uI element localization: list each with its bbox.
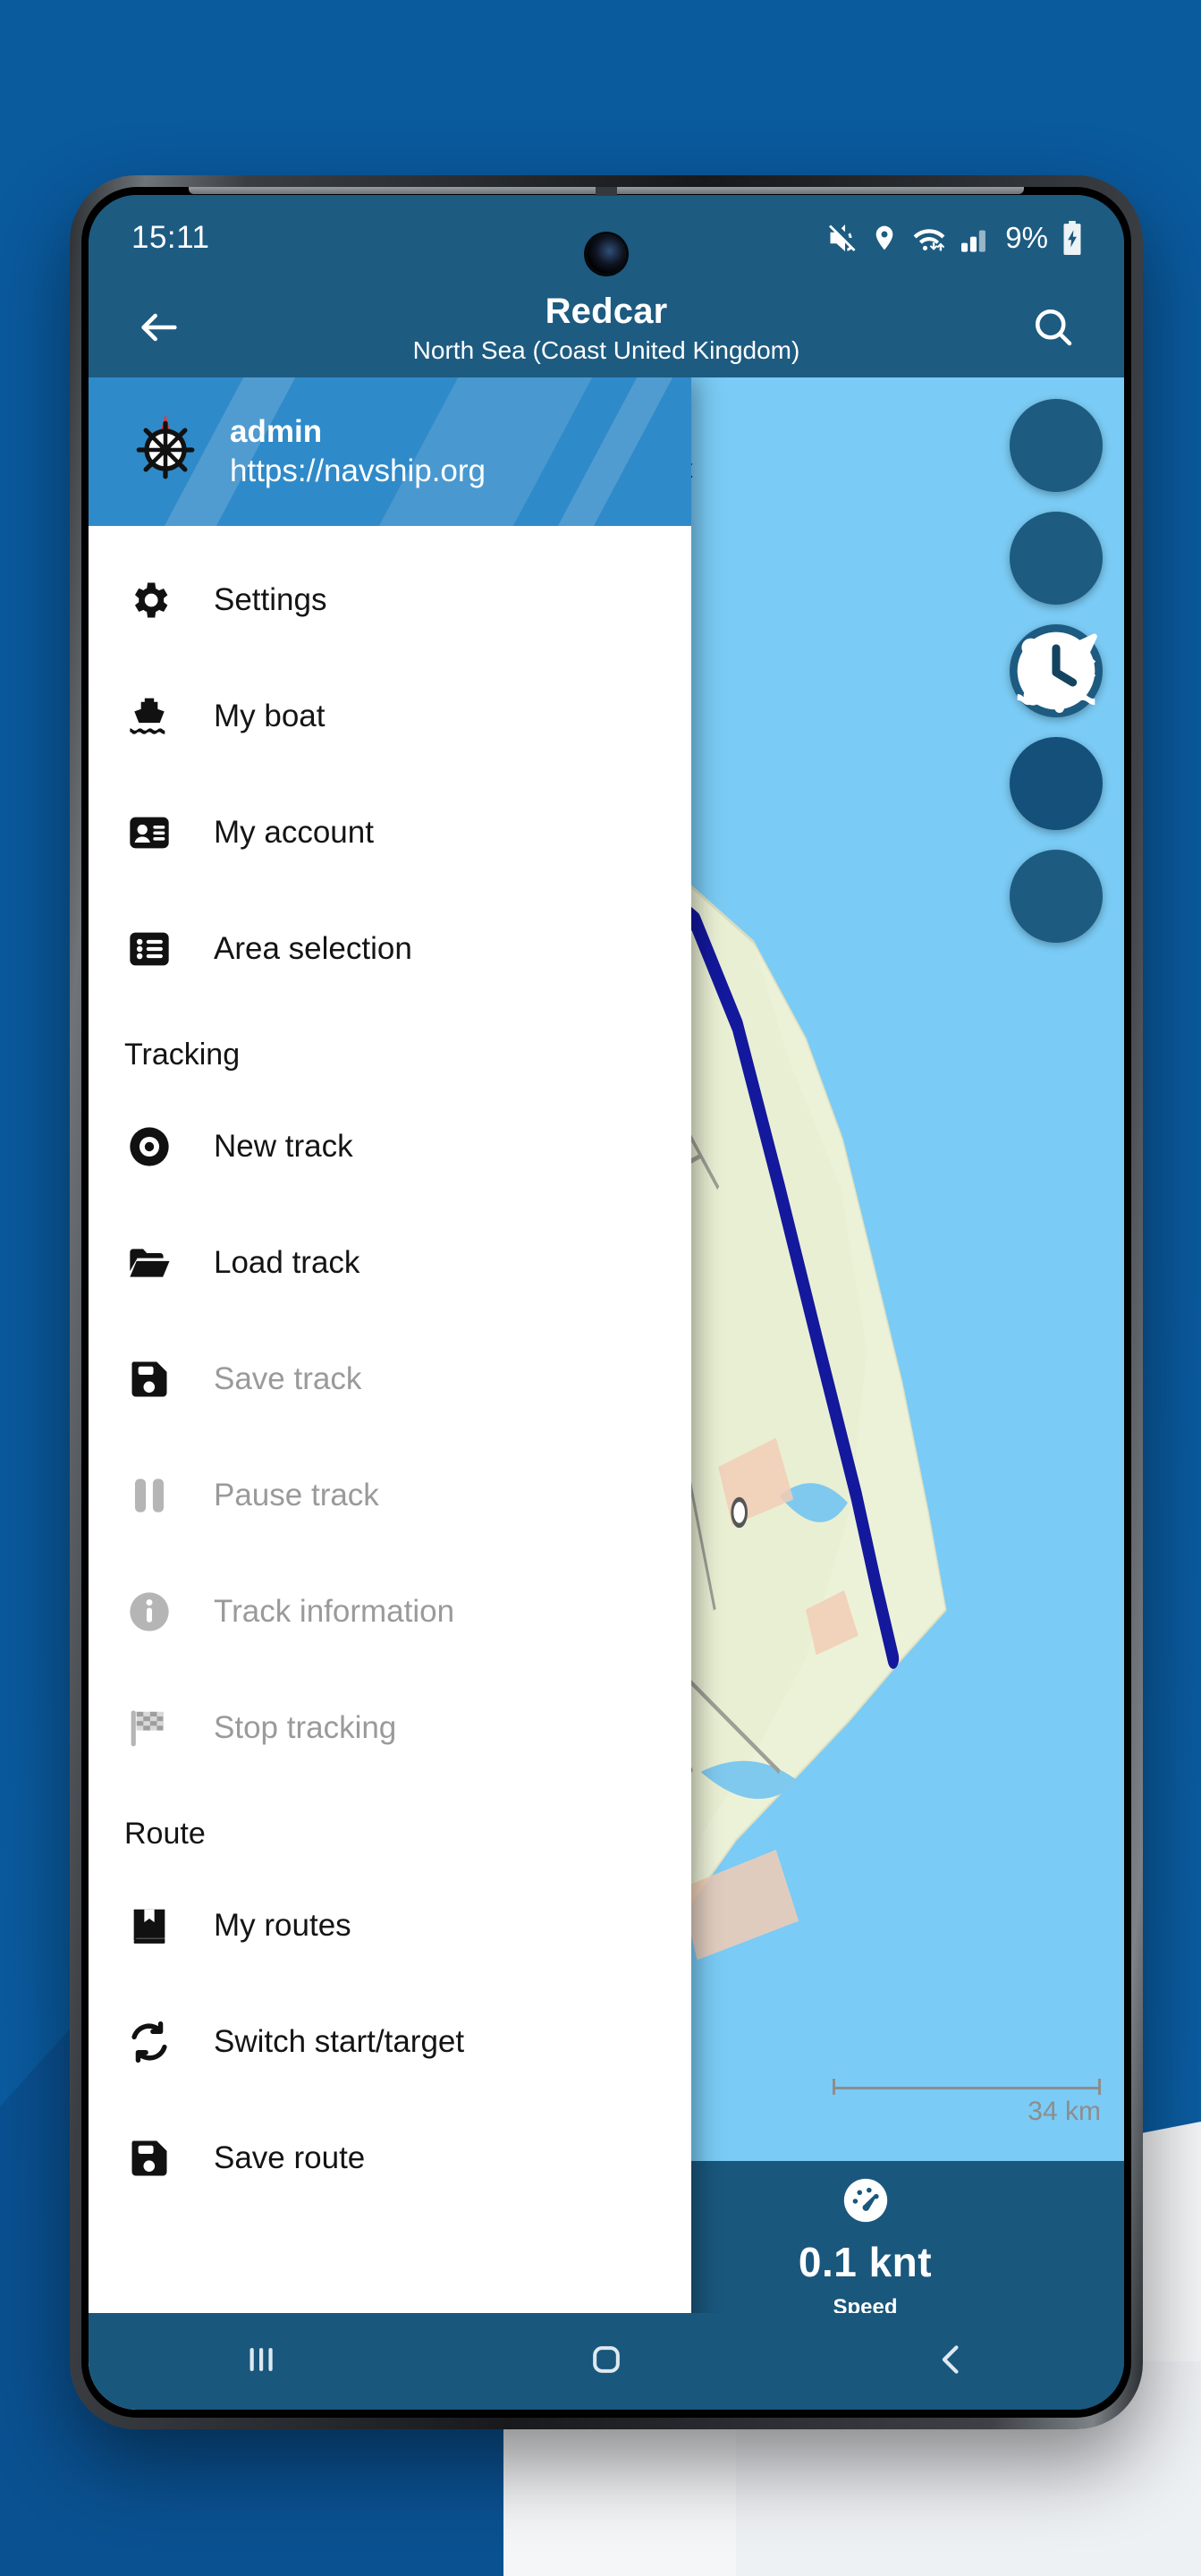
menu-item-track-information: Track information: [89, 1554, 691, 1670]
menu-item-label: Save track: [214, 1361, 362, 1396]
mute-icon: [826, 222, 858, 254]
gear-icon: [124, 575, 174, 625]
menu-item-label: Save route: [214, 2140, 366, 2175]
speedometer-icon: [840, 2174, 892, 2231]
ships-wheel-icon: [128, 412, 203, 492]
open-folder-icon: [124, 1238, 174, 1288]
history-button[interactable]: [1010, 631, 1103, 943]
back-arrow-icon: [136, 304, 182, 355]
menu-item-new-track[interactable]: New track: [89, 1089, 691, 1205]
drawer-header-texts: admin https://navship.org: [230, 414, 486, 489]
status-clock: 15:11: [131, 220, 210, 255]
home-button[interactable]: [539, 2313, 673, 2410]
status-icons: 9%: [826, 221, 1085, 255]
menu-item-label: My routes: [214, 1908, 351, 1943]
menu-item-label: Switch start/target: [214, 2024, 465, 2059]
menu-item-save-route[interactable]: Save route: [89, 2100, 691, 2216]
page-subtitle: North Sea (Coast United Kingdom): [412, 335, 800, 364]
device-antenna-notch: [596, 187, 617, 196]
section-header-route: Route: [124, 1817, 206, 1851]
menu-item-pause-track: Pause track: [89, 1437, 691, 1554]
app-content: North Sea (Coast Unit Norfolk ast AONB n…: [89, 377, 1124, 2410]
scale-bar-label: 34 km: [1028, 2097, 1101, 2126]
checkered-flag-icon: [124, 1703, 174, 1753]
menu-item-area-selection[interactable]: Area selection: [89, 891, 691, 1007]
drawer-menu: Settings My boat My account Area selecti…: [89, 526, 691, 2410]
app-bar: Redcar North Sea (Coast United Kingdom): [89, 281, 1124, 377]
phone-bezel: 15:11 9% Redcar North Sea (Coast United …: [81, 187, 1131, 2418]
record-icon: [124, 1122, 174, 1172]
back-button[interactable]: [124, 294, 194, 364]
menu-item-label: New track: [214, 1129, 353, 1164]
status-bar: 15:11 9%: [89, 195, 1124, 281]
search-button[interactable]: [1019, 294, 1088, 364]
pause-icon: [124, 1470, 174, 1521]
section-header-tracking: Tracking: [124, 1038, 241, 1072]
swap-icon: [124, 2017, 174, 2067]
phone-screen: 15:11 9% Redcar North Sea (Coast United …: [89, 195, 1124, 2410]
list-icon: [124, 924, 174, 974]
menu-item-my-account[interactable]: My account: [89, 775, 691, 891]
menu-item-my-boat[interactable]: My boat: [89, 658, 691, 775]
menu-item-label: Track information: [214, 1594, 455, 1629]
bookmark-book-icon: [124, 1901, 174, 1951]
search-icon: [1030, 304, 1077, 355]
page-title: Redcar: [545, 292, 668, 332]
avatar: [124, 411, 207, 493]
android-navigation-bar: [89, 2313, 1124, 2410]
speed-value: 0.1 knt: [798, 2238, 933, 2285]
menu-item-switch-start-target[interactable]: Switch start/target: [89, 1984, 691, 2100]
menu-item-label: My account: [214, 815, 374, 850]
battery-percentage: 9%: [1005, 221, 1048, 254]
menu-item-my-routes[interactable]: My routes: [89, 1868, 691, 1984]
floppy-disk-icon: [124, 1354, 174, 1404]
app-bar-titles: Redcar North Sea (Coast United Kingdom): [194, 293, 1019, 363]
menu-item-label: My boat: [214, 699, 326, 733]
menu-item-settings[interactable]: Settings: [89, 542, 691, 658]
navigation-drawer: admin https://navship.org Settings My bo…: [89, 377, 691, 2410]
menu-item-label: Stop tracking: [214, 1710, 397, 1745]
menu-item-label: Pause track: [214, 1478, 379, 1513]
menu-item-save-track[interactable]: Save track: [89, 1321, 691, 1437]
menu-item-label: Area selection: [214, 931, 412, 966]
wifi-icon: [910, 222, 948, 254]
menu-item-label: Load track: [214, 1245, 360, 1280]
account-url: https://navship.org: [230, 453, 486, 488]
map-action-buttons: [1010, 399, 1103, 943]
drawer-header[interactable]: admin https://navship.org: [89, 377, 691, 526]
info-icon: [124, 1587, 174, 1637]
map-scale-bar: 34 km: [833, 2079, 1101, 2127]
menu-item-label: Settings: [214, 582, 327, 617]
location-icon: [870, 222, 899, 254]
recents-icon: [241, 2340, 281, 2384]
menu-item-stop-tracking: Stop tracking: [89, 1670, 691, 1786]
battery-charging-icon: [1060, 221, 1085, 255]
menu-item-load-track[interactable]: Load track: [89, 1205, 691, 1321]
contact-card-icon: [124, 808, 174, 858]
recents-button[interactable]: [194, 2313, 328, 2410]
signal-icon: [960, 223, 994, 253]
phone-device-frame: 15:11 9% Redcar North Sea (Coast United …: [70, 175, 1143, 2429]
home-icon: [587, 2340, 626, 2384]
scale-bar-line: [833, 2079, 1101, 2095]
front-camera-punch-hole: [587, 234, 626, 274]
account-username: admin: [230, 414, 323, 450]
back-button-nav[interactable]: [884, 2313, 1019, 2410]
floppy-disk-icon: [124, 2133, 174, 2183]
boat-icon: [124, 691, 174, 741]
back-icon: [932, 2340, 971, 2384]
